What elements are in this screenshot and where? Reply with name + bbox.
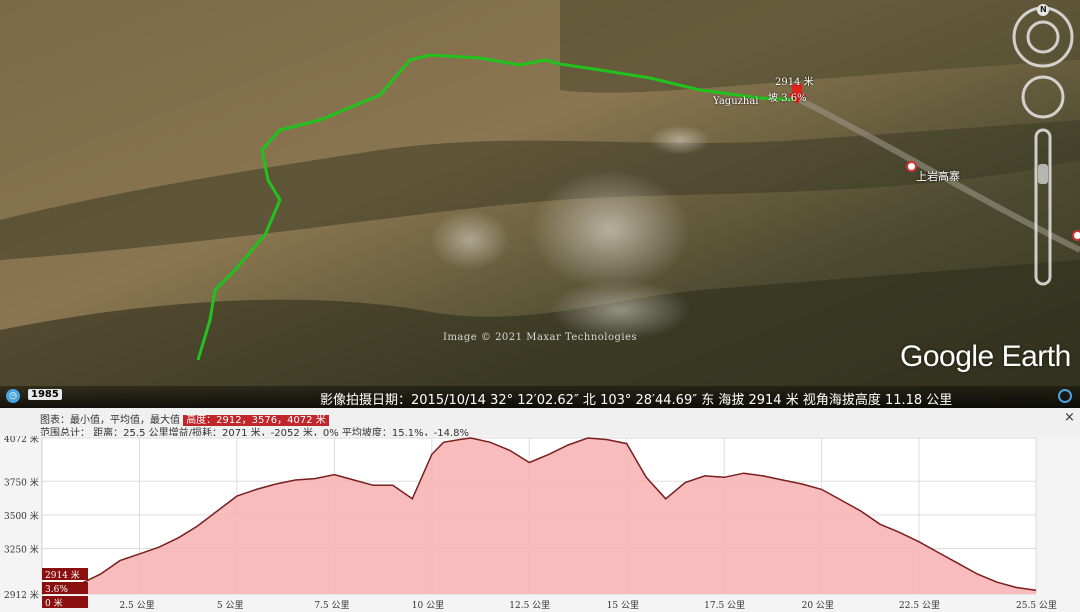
current-distance-readout: 0 米 <box>45 597 63 609</box>
status-bar: ◷ 1985 影像拍摄日期：2015/10/14 32° 12′02.62″ 北… <box>0 386 1080 408</box>
imagery-attribution: Image © 2021 Maxar Technologies <box>443 332 638 343</box>
x-tick-label: 12.5 公里 <box>509 600 550 611</box>
x-tick-label: 7.5 公里 <box>314 600 349 611</box>
x-tick-label: 10 公里 <box>412 600 444 611</box>
navigation-controls[interactable] <box>1010 4 1076 294</box>
elevation-chart[interactable]: 2912 米 3250 米 3500 米 3750 米 4072 米 2.5 公里 5 公里… <box>0 436 1080 612</box>
google-earth-logo: Google Earth <box>900 340 1071 373</box>
y-tick-label: 3750 米 <box>4 476 39 488</box>
marker-elevation: 2914 米 <box>775 77 814 88</box>
y-tick-label: 2912 米 <box>4 589 39 601</box>
status-text: 影像拍摄日期：2015/10/14 32° 12′02.62″ 北 103° 2… <box>320 393 953 408</box>
current-elevation-readout: 2914 米 <box>45 569 80 581</box>
imagery-year[interactable]: 1985 <box>28 389 62 400</box>
streaming-status-icon <box>1058 389 1072 403</box>
y-tick-label: 4072 米 <box>4 436 39 445</box>
x-tick-label: 2.5 公里 <box>119 600 154 611</box>
elevation-profile-panel: 图表：最小值，平均值，最大值 高度：2912，3576，4072 米 范围总计：… <box>0 408 1080 612</box>
historical-imagery-icon[interactable]: ◷ <box>6 389 20 403</box>
y-tick-label: 3250 米 <box>4 544 39 556</box>
marker-prefix: 坡 <box>768 93 778 104</box>
marker-grade-label: 坡 3.6% <box>768 89 807 104</box>
marker-grade: 3.6% <box>781 93 807 104</box>
compass-north-label: N <box>1040 5 1047 14</box>
close-icon[interactable]: × <box>1064 410 1075 425</box>
x-tick-label: 22.5 公里 <box>899 600 940 611</box>
place-label-yaguzhai[interactable]: Yaguzhai <box>713 96 759 107</box>
x-tick-label: 20 公里 <box>802 600 834 611</box>
x-tick-label: 17.5 公里 <box>704 600 745 611</box>
profile-info: 图表：最小值，平均值，最大值 高度：2912，3576，4072 米 范围总计：… <box>0 408 1080 439</box>
current-grade-readout: 3.6% <box>45 585 68 595</box>
place-label-village[interactable]: 上岩高寨 <box>916 168 960 184</box>
map-view[interactable]: 2914 米 坡 3.6% Yaguzhai 上岩高寨 Image © 2021… <box>0 0 1080 408</box>
x-tick-label: 5 公里 <box>217 600 244 611</box>
x-tick-label: 15 公里 <box>607 600 639 611</box>
y-tick-label: 3500 米 <box>4 510 39 522</box>
x-tick-label: 25.5 公里 <box>1016 600 1057 611</box>
